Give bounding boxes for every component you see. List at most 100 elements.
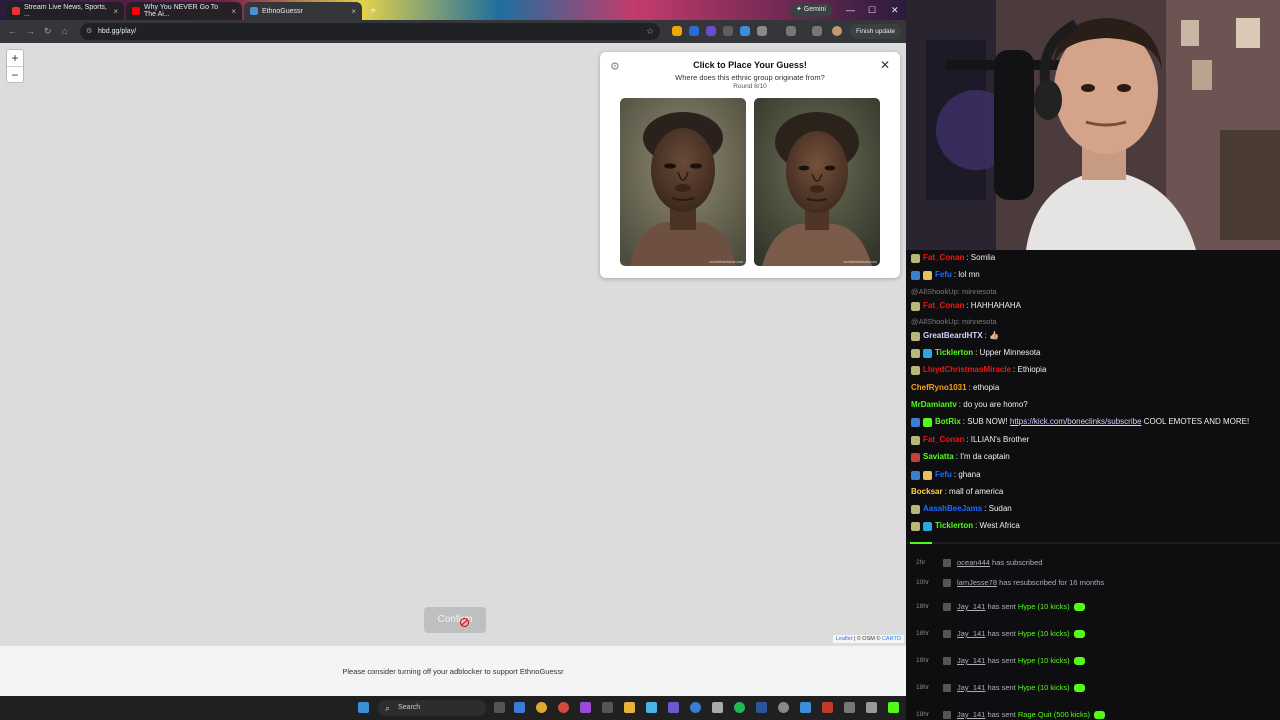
file-explorer-icon[interactable] bbox=[624, 702, 635, 713]
minimize-icon[interactable]: — bbox=[846, 3, 855, 17]
user-badge-icon bbox=[911, 331, 920, 341]
zoom-in-button[interactable]: + bbox=[7, 50, 23, 66]
extension-icon[interactable] bbox=[723, 26, 733, 36]
face-image-male[interactable]: worldethnicfaces.com bbox=[620, 98, 746, 266]
chrome-icon[interactable] bbox=[536, 702, 547, 713]
close-window-icon[interactable]: ✕ bbox=[891, 3, 899, 17]
extension-icon[interactable] bbox=[689, 26, 699, 36]
chat-username[interactable]: Fefu bbox=[935, 467, 952, 483]
tab-youtube-video[interactable]: Why You NEVER Go To The Ai... × bbox=[126, 2, 242, 20]
close-tab-icon[interactable]: × bbox=[351, 7, 356, 16]
event-username[interactable]: Jay_141 bbox=[957, 602, 985, 611]
new-tab-button[interactable]: + bbox=[366, 3, 380, 17]
extension-icon[interactable] bbox=[740, 26, 750, 36]
app-icon[interactable] bbox=[844, 702, 855, 713]
chat-username[interactable]: Ticklerton bbox=[935, 518, 973, 534]
chat-username[interactable]: MrDamiantv bbox=[911, 397, 957, 413]
site-info-icon[interactable]: ⚙ bbox=[86, 23, 92, 40]
chat-link[interactable]: https://kick.com/boneclinks/subscribe bbox=[1010, 414, 1142, 430]
app-icon[interactable] bbox=[690, 702, 701, 713]
app-icon[interactable] bbox=[778, 702, 789, 713]
kicks-gift-icon bbox=[1073, 630, 1085, 639]
event-text: has sent bbox=[985, 683, 1018, 692]
carto-link[interactable]: CARTO bbox=[882, 636, 901, 642]
event-username[interactable]: Jay_141 bbox=[957, 710, 985, 719]
back-arrow-icon[interactable]: ← bbox=[8, 25, 17, 37]
event-username[interactable]: Jay_141 bbox=[957, 656, 985, 665]
kick-icon[interactable] bbox=[888, 702, 899, 713]
finish-update-button[interactable]: Finish update bbox=[850, 24, 902, 39]
task-view-icon[interactable] bbox=[494, 702, 505, 713]
zoom-out-button[interactable]: − bbox=[7, 66, 23, 82]
reload-icon[interactable]: ↻ bbox=[44, 25, 52, 37]
chat-username[interactable]: Saviatta bbox=[923, 449, 954, 465]
event-username[interactable]: ocean444 bbox=[957, 558, 990, 567]
chat-username[interactable]: Fat_Conan bbox=[923, 250, 964, 266]
app-icon[interactable] bbox=[712, 702, 723, 713]
event-username[interactable]: lamJesse78 bbox=[957, 578, 997, 587]
address-bar[interactable]: ⚙ hbd.gg/play/ ☆ bbox=[80, 23, 660, 40]
close-tab-icon[interactable]: × bbox=[231, 7, 236, 16]
kick-logo-icon bbox=[943, 657, 951, 665]
windows-start-icon[interactable] bbox=[358, 702, 369, 713]
gemini-button[interactable]: ✦ Gemini bbox=[790, 3, 832, 17]
chat-username[interactable]: Fat_Conan bbox=[923, 432, 964, 448]
extension-icon[interactable] bbox=[706, 26, 716, 36]
download-icon[interactable] bbox=[812, 26, 822, 36]
chat-message: MrDamiantv: do you are homo? bbox=[911, 397, 1028, 413]
chat-username[interactable]: Fat_Conan bbox=[923, 298, 964, 314]
event-time: 18hr bbox=[916, 603, 930, 610]
app-icon[interactable] bbox=[646, 702, 657, 713]
windows-taskbar: Search bbox=[0, 696, 906, 720]
event-username[interactable]: Jay_141 bbox=[957, 683, 985, 692]
chat-username[interactable]: Ticklerton bbox=[935, 345, 973, 361]
bookmark-star-icon[interactable]: ☆ bbox=[646, 23, 654, 40]
forward-arrow-icon[interactable]: → bbox=[26, 25, 35, 37]
leaflet-link[interactable]: Leaflet bbox=[836, 636, 853, 642]
word-icon[interactable] bbox=[756, 702, 767, 713]
extension-icon[interactable] bbox=[672, 26, 682, 36]
app-icon[interactable] bbox=[580, 702, 591, 713]
chat-username[interactable]: LloydChristmasMiracle bbox=[923, 362, 1011, 378]
taskbar-search[interactable]: Search bbox=[378, 700, 486, 716]
event-text: has sent bbox=[985, 656, 1018, 665]
app-icon[interactable] bbox=[602, 702, 613, 713]
event-text: has subscribed bbox=[989, 558, 1043, 567]
event-body: Jay_141 has sent Hype (10 kicks) bbox=[957, 653, 1085, 669]
chat-username[interactable]: GreatBeardHTX bbox=[923, 328, 983, 344]
user-badge-icon bbox=[923, 470, 932, 480]
event-time: 2hr bbox=[916, 559, 926, 566]
confirm-button[interactable]: Confirm bbox=[424, 607, 486, 633]
chat-username[interactable]: BotRix bbox=[935, 414, 961, 430]
app-icon[interactable] bbox=[866, 702, 877, 713]
tab-stream-news[interactable]: Stream Live News, Sports, ... × bbox=[6, 2, 124, 20]
spotify-icon[interactable] bbox=[734, 702, 745, 713]
puzzle-extensions-icon[interactable] bbox=[757, 26, 767, 36]
chat-username[interactable]: Fefu bbox=[935, 267, 952, 283]
chat-text: : ILLIAN's Brother bbox=[966, 435, 1030, 444]
app-icon[interactable] bbox=[558, 702, 569, 713]
kick-logo-icon bbox=[943, 603, 951, 611]
app-icon[interactable] bbox=[822, 702, 833, 713]
tab-label: Why You NEVER Go To The Ai... bbox=[144, 4, 219, 18]
activity-event: 18hr Jay_141 has sent Rage Quit (500 kick… bbox=[906, 707, 1280, 720]
sidebar-icon[interactable] bbox=[786, 26, 796, 36]
home-icon[interactable]: ⌂ bbox=[62, 25, 67, 37]
event-time: 18hr bbox=[916, 711, 930, 718]
event-username[interactable]: Jay_141 bbox=[957, 629, 985, 638]
chat-message: Ticklerton: West Africa bbox=[911, 518, 1020, 534]
app-icon[interactable] bbox=[800, 702, 811, 713]
chat-username[interactable]: Bocksar bbox=[911, 484, 943, 500]
close-tab-icon[interactable]: × bbox=[113, 7, 118, 16]
chat-username[interactable]: ChefRyno1031 bbox=[911, 380, 967, 396]
event-time: 18hr bbox=[916, 684, 930, 691]
user-badge-icon bbox=[911, 417, 920, 427]
chat-username[interactable]: AasahBeeJams bbox=[923, 501, 982, 517]
profile-avatar[interactable] bbox=[832, 26, 842, 36]
app-icon[interactable] bbox=[668, 702, 679, 713]
user-badge-icon bbox=[923, 417, 932, 427]
tab-ethnoguessr[interactable]: EthnoGuessr × bbox=[244, 2, 362, 20]
maximize-icon[interactable]: ☐ bbox=[868, 3, 876, 17]
face-image-female[interactable]: worldethnicfaces.com bbox=[754, 98, 880, 266]
edge-icon[interactable] bbox=[514, 702, 525, 713]
